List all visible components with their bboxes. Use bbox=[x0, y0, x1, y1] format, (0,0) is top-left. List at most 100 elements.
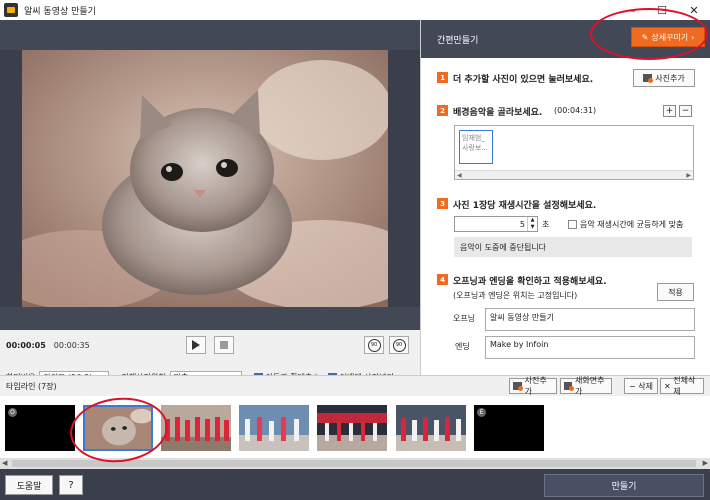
delete-label: 삭제 bbox=[638, 381, 653, 391]
add-new-screen-button[interactable]: 새화면추가 bbox=[560, 376, 612, 396]
timeline-item-opening[interactable]: O bbox=[5, 405, 75, 451]
video-preview bbox=[22, 50, 388, 307]
scroll-right-icon: ▶ bbox=[702, 459, 708, 467]
music-info-text: 음악이 도중에 중단됩니다 bbox=[460, 242, 547, 252]
stop-button[interactable] bbox=[214, 336, 234, 354]
ending-label: 엔딩 bbox=[455, 342, 470, 351]
seconds-unit: 초 bbox=[542, 220, 550, 229]
play-icon bbox=[192, 340, 200, 350]
dancers-thumbnail bbox=[396, 405, 466, 451]
add-photo-label: 사진추가 bbox=[655, 73, 685, 83]
total-time: 00:00:35 bbox=[53, 340, 90, 350]
timeline-strip: O E bbox=[0, 396, 710, 458]
timeline-add-photo-label: 사진추가 bbox=[524, 376, 547, 396]
detailed-decorate-button[interactable]: ✎ 상세꾸미기 › bbox=[631, 27, 705, 47]
chevron-right-icon: › bbox=[691, 32, 695, 42]
opening-badge: O bbox=[8, 408, 17, 417]
preview-bottom-band bbox=[0, 307, 420, 330]
panel-title: 간편만들기 bbox=[437, 35, 479, 46]
step3-number: 3 bbox=[437, 198, 448, 209]
maximize-button[interactable]: ☐ bbox=[646, 0, 678, 20]
music-scrollbar[interactable]: ◀ ▶ bbox=[455, 170, 693, 179]
rotate-right-icon: 90 bbox=[392, 338, 406, 352]
make-button[interactable]: 만들기 bbox=[544, 474, 704, 497]
music-list: 임재범_사랑보... ◀ ▶ bbox=[454, 125, 694, 180]
rotate-left-button[interactable]: 90 bbox=[364, 336, 384, 354]
step4-number: 4 bbox=[437, 274, 448, 285]
delete-all-label: 전체삭제 bbox=[673, 376, 696, 396]
timeline-item-photo-5[interactable] bbox=[317, 405, 387, 451]
timeline-item-photo-4[interactable] bbox=[239, 405, 309, 451]
sync-music-label: 음악 재생시간에 균등하게 맞춤 bbox=[580, 220, 684, 229]
stop-icon bbox=[220, 341, 228, 349]
add-music-button[interactable]: + bbox=[663, 105, 676, 117]
close-button[interactable]: ✕ bbox=[678, 0, 710, 20]
music-track[interactable]: 임재범_사랑보... bbox=[459, 130, 493, 164]
step1-number: 1 bbox=[437, 72, 448, 83]
add-new-screen-label: 새화면추가 bbox=[575, 376, 605, 396]
opening-input[interactable]: 알씨 동영상 만들기 bbox=[485, 308, 695, 331]
window-controls: — ☐ ✕ bbox=[614, 0, 710, 20]
step1-title: 더 추가할 사진이 있으면 눌러보세요. bbox=[453, 75, 594, 85]
step4-subtitle: (오프닝과 엔딩은 위치는 고정입니다) bbox=[453, 291, 578, 300]
rotate-left-icon: 90 bbox=[367, 338, 381, 352]
bottom-bar: 도움말 ? 만들기 bbox=[0, 469, 710, 500]
sync-music-checkbox[interactable]: 음악 재생시간에 균등하게 맞춤 bbox=[568, 219, 683, 230]
player-controls: 00:00:05 00:00:35 90 90 bbox=[0, 330, 420, 360]
seconds-value: 5 bbox=[519, 219, 525, 229]
music-duration: (00:04:31) bbox=[554, 106, 597, 115]
step4-title: 오프닝과 엔딩을 확인하고 적용해보세요. bbox=[453, 277, 607, 287]
delete-all-button[interactable]: ✕ 전체삭제 bbox=[660, 376, 704, 396]
scroll-left-icon: ◀ bbox=[2, 459, 8, 467]
step2-number: 2 bbox=[437, 105, 448, 116]
dancers-thumbnail bbox=[239, 405, 309, 451]
kitten-photo bbox=[22, 50, 388, 307]
decorate-label: 상세꾸미기 bbox=[651, 32, 689, 42]
preview-panel: 00:00:05 00:00:35 90 90 화면비율 와이드 (16:9) … bbox=[0, 20, 420, 395]
timeline-label: 타임라인 (7장) bbox=[6, 382, 57, 391]
minimize-button[interactable]: — bbox=[614, 0, 646, 20]
app-icon bbox=[4, 3, 18, 17]
timeline-add-photo-button[interactable]: 사진추가 bbox=[509, 376, 557, 396]
timeline-item-ending[interactable]: E bbox=[474, 405, 544, 451]
timeline-toolbar: 타임라인 (7장) 사진추가 새화면추가 − 삭제 ✕ 전체삭제 bbox=[0, 376, 710, 396]
remove-music-button[interactable]: − bbox=[679, 105, 692, 117]
scrollbar-thumb[interactable] bbox=[12, 460, 696, 467]
step2-title: 배경음악을 골라보세요. bbox=[453, 108, 543, 118]
panel-header: 간편만들기 ✎ 상세꾸미기 › bbox=[421, 20, 710, 58]
music-info-bar: 음악이 도중에 중단됩니다 bbox=[454, 237, 692, 257]
photo-add-icon bbox=[513, 382, 523, 391]
screen-add-icon bbox=[564, 382, 575, 391]
wand-icon: ✎ bbox=[641, 32, 649, 42]
kitten-thumbnail bbox=[85, 407, 151, 449]
delete-button[interactable]: − 삭제 bbox=[624, 378, 658, 394]
x-icon: ✕ bbox=[664, 381, 674, 391]
timeline-scrollbar[interactable]: ◀ ▶ bbox=[0, 458, 710, 469]
preview-top-band bbox=[0, 20, 420, 50]
dancers-thumbnail bbox=[161, 405, 231, 451]
current-time: 00:00:05 bbox=[6, 340, 46, 350]
ending-badge: E bbox=[477, 408, 486, 417]
rotate-right-button[interactable]: 90 bbox=[389, 336, 409, 354]
timeline-item-photo-6[interactable] bbox=[396, 405, 466, 451]
opening-label: 오프닝 bbox=[453, 314, 476, 323]
window-title: 알씨 동영상 만들기 bbox=[24, 6, 96, 17]
minus-icon: − bbox=[629, 381, 639, 391]
dancers-thumbnail bbox=[317, 405, 387, 451]
scroll-right-icon: ▶ bbox=[686, 172, 691, 179]
photo-add-icon bbox=[643, 74, 654, 83]
title-bar: 알씨 동영상 만들기 — ☐ ✕ bbox=[0, 0, 710, 20]
stepper-arrows-icon[interactable]: ▲ ▼ bbox=[527, 217, 537, 231]
seconds-stepper[interactable]: 5 ▲ ▼ bbox=[454, 216, 538, 232]
apply-button[interactable]: 적용 bbox=[657, 283, 694, 301]
ending-input[interactable]: Make by Infoin bbox=[485, 336, 695, 359]
add-photo-button[interactable]: 사진추가 bbox=[633, 69, 695, 87]
help-button[interactable]: 도움말 bbox=[5, 475, 53, 495]
scroll-left-icon: ◀ bbox=[457, 172, 462, 179]
checkbox-empty-icon bbox=[568, 220, 577, 229]
step3-title: 사진 1장당 재생시간을 설정해보세요. bbox=[453, 201, 597, 211]
question-button[interactable]: ? bbox=[59, 475, 83, 495]
timeline-item-kitten[interactable] bbox=[83, 405, 153, 451]
play-button[interactable] bbox=[186, 336, 206, 354]
timeline-item-photo-3[interactable] bbox=[161, 405, 231, 451]
